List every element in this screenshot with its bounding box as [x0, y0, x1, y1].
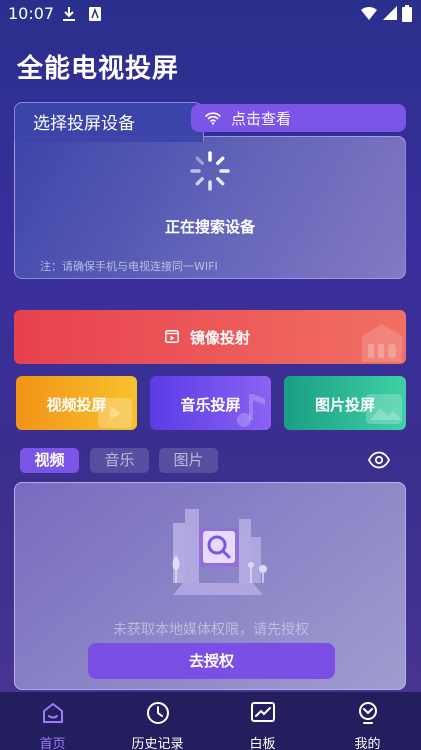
- profile-icon: [358, 702, 377, 724]
- nav-home[interactable]: 首页: [0, 692, 105, 750]
- wifi-note: 注：请确保手机与电视连接同一WIFI: [40, 260, 218, 273]
- view-devices-label: 点击查看: [231, 110, 292, 128]
- app-title: 全能电视投屏: [17, 54, 180, 84]
- download-icon: [63, 7, 75, 21]
- nav-history-label: 历史记录: [131, 737, 184, 750]
- mirror-deco-icon: [362, 324, 402, 362]
- home-icon: [42, 703, 63, 723]
- mirror-cast-button[interactable]: 镜像投射: [14, 310, 406, 364]
- mirror-cast-label: 镜像投射: [190, 329, 251, 347]
- music-cast-button[interactable]: 音乐投屏: [150, 376, 271, 430]
- loading-spinner-icon: [190, 151, 230, 191]
- permission-message: 未获取本地媒体权限，请先授权: [113, 622, 309, 638]
- bottom-nav: 首页 历史记录 白板 我的: [0, 692, 421, 750]
- device-card: 选择投屏设备 点击查看 正在搜索设备 注：请确保手机与电视连接同一WIFI: [14, 102, 406, 279]
- nav-profile[interactable]: 我的: [315, 692, 420, 750]
- signal-icon: [383, 6, 397, 20]
- empty-search-illustration-icon: [172, 509, 267, 595]
- nav-whiteboard[interactable]: 白板: [210, 692, 315, 750]
- clock-icon: [146, 702, 169, 724]
- device-card-tab: 选择投屏设备: [14, 102, 204, 142]
- nav-history[interactable]: 历史记录: [105, 692, 210, 750]
- battery-icon: [402, 5, 412, 22]
- nav-profile-label: 我的: [354, 737, 381, 750]
- wifi-status-icon: [361, 6, 377, 20]
- view-devices-button[interactable]: 点击查看: [191, 104, 406, 132]
- tab-music[interactable]: 音乐: [90, 448, 149, 473]
- photo-cast-button[interactable]: 图片投屏: [284, 376, 406, 430]
- tab-photo[interactable]: 图片: [159, 448, 218, 473]
- nav-whiteboard-label: 白板: [249, 737, 276, 750]
- play-icon: [165, 330, 179, 343]
- video-cast-label: 视频投屏: [46, 396, 107, 414]
- photo-cast-label: 图片投屏: [314, 396, 375, 414]
- wifi-icon: [205, 112, 221, 125]
- searching-text: 正在搜索设备: [164, 218, 255, 236]
- status-bar: 10:07: [0, 0, 421, 28]
- whiteboard-icon: [250, 702, 275, 722]
- device-card-title: 选择投屏设备: [33, 114, 135, 134]
- app-notification-icon: [89, 7, 101, 21]
- nav-home-label: 首页: [39, 737, 66, 750]
- authorize-button[interactable]: 去授权: [88, 643, 335, 679]
- video-cast-button[interactable]: 视频投屏: [16, 376, 137, 430]
- status-time: 10:07: [8, 4, 55, 23]
- eye-icon[interactable]: [368, 451, 390, 469]
- music-cast-label: 音乐投屏: [180, 396, 241, 414]
- tab-video[interactable]: 视频: [20, 448, 79, 473]
- media-panel: 未获取本地媒体权限，请先授权 去授权: [14, 482, 406, 690]
